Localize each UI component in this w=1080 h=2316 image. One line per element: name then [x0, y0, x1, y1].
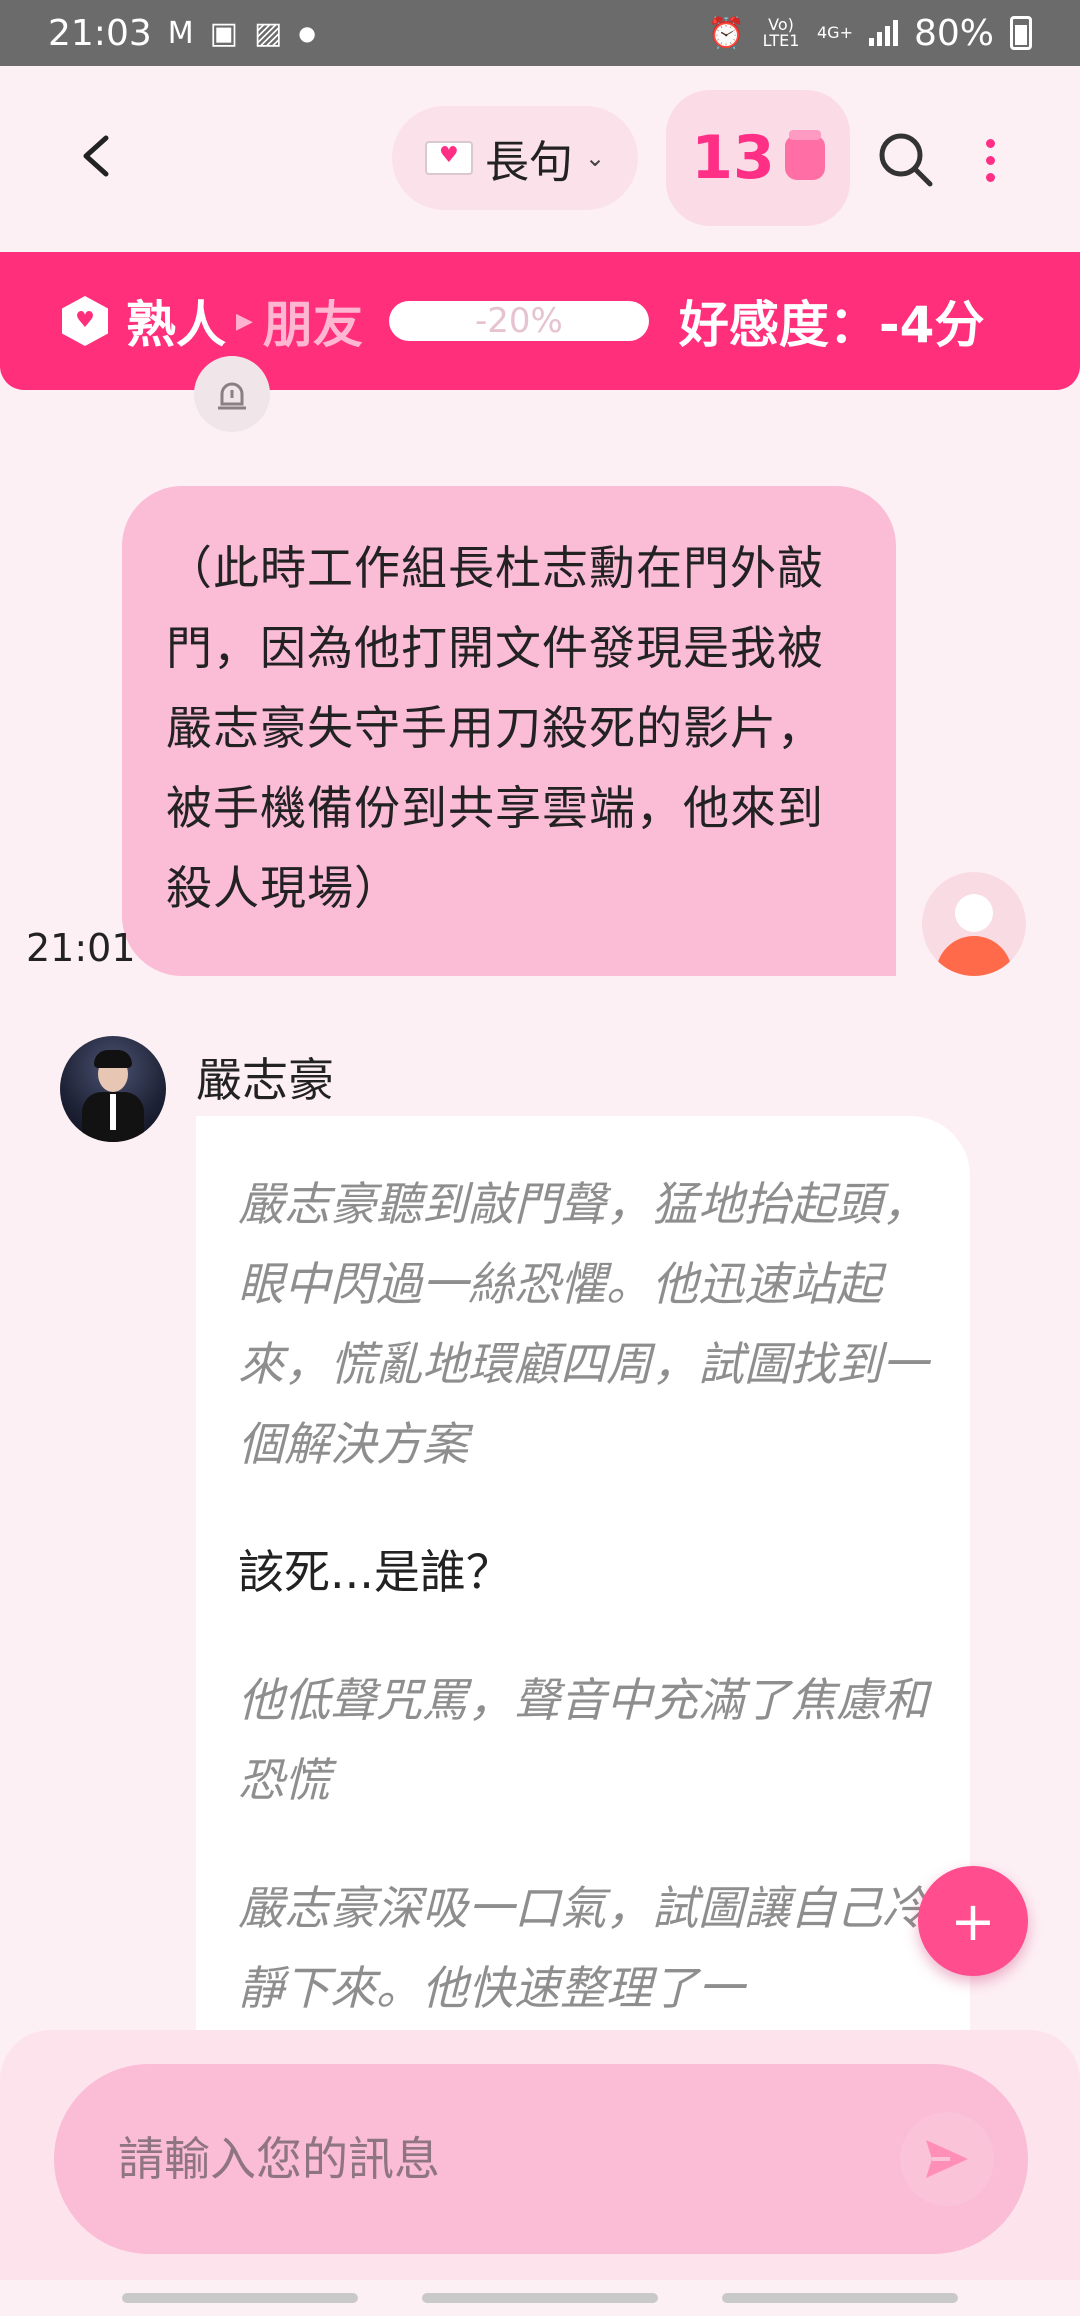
- message-timestamp: 21:01: [26, 926, 136, 970]
- alarm-icon: ⏰: [707, 15, 745, 51]
- search-icon: [879, 133, 933, 187]
- nav-recents[interactable]: [122, 2293, 358, 2303]
- siren-icon: [218, 382, 246, 410]
- relationship-progress: -20%: [388, 301, 649, 341]
- more-dot: [985, 138, 995, 148]
- search-button[interactable]: [874, 128, 938, 192]
- battery-icon: [1010, 16, 1032, 50]
- send-icon: [926, 2140, 968, 2178]
- avatar-body: [936, 936, 1012, 976]
- status-time: 21:03: [48, 12, 152, 54]
- user-avatar[interactable]: [922, 872, 1026, 976]
- avatar-tie: [110, 1094, 116, 1130]
- chevron-left-icon: [83, 135, 109, 177]
- back-button[interactable]: [66, 126, 126, 186]
- send-button[interactable]: [900, 2112, 994, 2206]
- user-message-text: （此時工作組長杜志勳在門外敲門，因為他打開文件發現是我被嚴志豪失守手用刀殺死的影…: [166, 541, 824, 915]
- relationship-next: 朋友: [262, 296, 363, 354]
- volte-indicator: Vo) LTE1: [762, 15, 800, 50]
- battery-percent: 80%: [913, 12, 994, 54]
- gmail-icon: M: [167, 15, 194, 51]
- status-bar: 21:03 M ▣ ▨ ● ⏰ Vo) LTE1 4G+ 80%: [0, 0, 1080, 66]
- message-paragraph: 他低聲咒罵，聲音中充滿了焦慮和恐慌: [238, 1673, 928, 1807]
- message-paragraph: 嚴志豪聽到敲門聲，猛地抬起頭，眼中閃過一絲恐懼。他迅速站起來，慌亂地環顧四周，試…: [238, 1177, 928, 1471]
- affection-score: 好感度：-4分: [678, 296, 985, 354]
- composer-pill: [54, 2064, 1028, 2254]
- love-letter-icon: [424, 141, 473, 175]
- coin-count: 13: [691, 123, 775, 193]
- chevron-down-icon: ⌄: [584, 144, 606, 172]
- status-left: 21:03 M ▣ ▨ ●: [48, 13, 316, 54]
- relationship-banner[interactable]: ♥ 熟人 ▶ 朋友 -20% 好感度：-4分: [0, 252, 1080, 390]
- signal-icon: [868, 20, 898, 46]
- character-name: 嚴志豪: [196, 1053, 334, 1107]
- avatar-head: [955, 894, 993, 932]
- shopping-icon: ▣: [209, 15, 238, 51]
- avatar-hair: [94, 1050, 132, 1068]
- message-input[interactable]: [118, 2126, 878, 2192]
- message-paragraph: 嚴志豪深吸一口氣，試圖讓自己冷靜下來。他快速整理了一: [238, 1881, 928, 2015]
- progress-text: -20%: [475, 301, 563, 341]
- message-paragraph: 該死...是誰？: [238, 1545, 512, 1599]
- network-type: 4G+: [817, 23, 853, 42]
- relationship-current: 熟人: [126, 296, 226, 354]
- dot-icon: ●: [298, 21, 316, 45]
- coin-counter[interactable]: 13: [666, 90, 850, 226]
- user-message-bubble: （此時工作組長杜志勳在門外敲門，因為他打開文件發現是我被嚴志豪失守手用刀殺死的影…: [122, 486, 896, 976]
- more-dot: [985, 172, 995, 182]
- heart-shield-icon: ♥: [62, 296, 108, 346]
- character-avatar[interactable]: [60, 1036, 166, 1142]
- alert-button[interactable]: [194, 356, 270, 432]
- nav-back[interactable]: [722, 2293, 958, 2303]
- image-icon: ▨: [254, 15, 283, 51]
- mode-label: 長句: [484, 137, 573, 188]
- arrow-right-icon: ▶: [236, 308, 253, 334]
- status-right: ⏰ Vo) LTE1 4G+ 80%: [708, 13, 1032, 54]
- more-dot: [985, 155, 995, 165]
- jar-icon: [784, 130, 825, 180]
- chat-header: 長句 ⌄ 13: [0, 66, 1080, 252]
- nav-home[interactable]: [422, 2293, 658, 2303]
- composer-area: [0, 2030, 1080, 2280]
- system-nav-bar: [0, 2280, 1080, 2316]
- mode-selector[interactable]: 長句 ⌄: [392, 106, 638, 210]
- more-options-button[interactable]: [966, 128, 1014, 192]
- character-message-bubble: 嚴志豪聽到敲門聲，猛地抬起頭，眼中閃過一絲恐懼。他迅速站起來，慌亂地環顧四周，試…: [196, 1116, 970, 2036]
- add-button[interactable]: +: [918, 1866, 1028, 1976]
